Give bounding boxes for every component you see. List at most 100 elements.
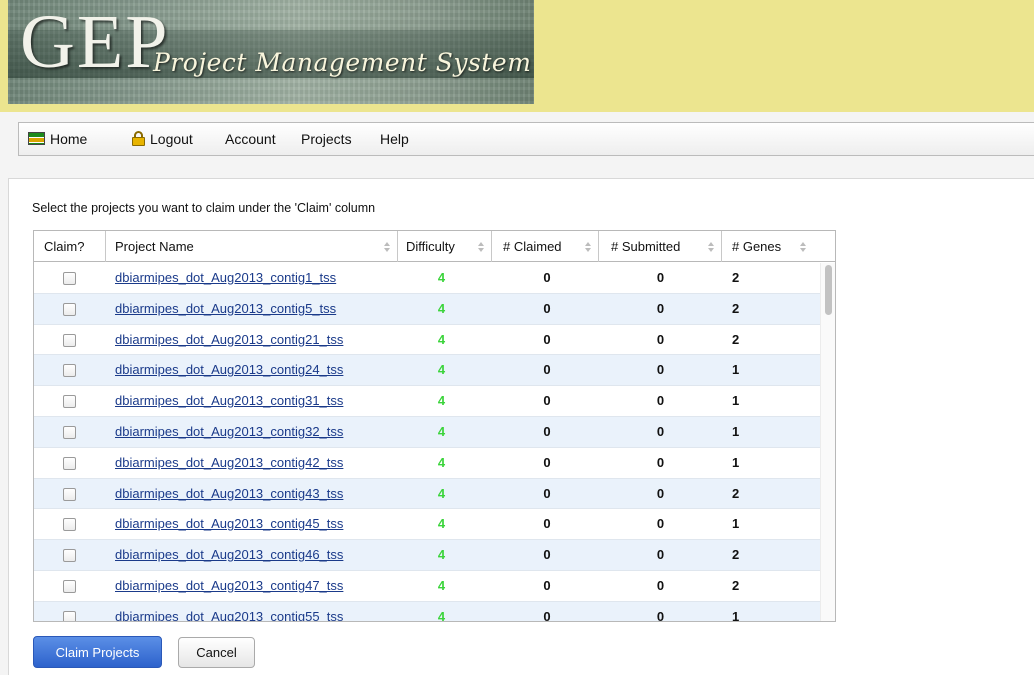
project-name-link[interactable]: dbiarmipes_dot_Aug2013_contig43_tss bbox=[115, 479, 343, 509]
claimed-count: 0 bbox=[543, 577, 551, 593]
difficulty-value: 4 bbox=[437, 547, 446, 563]
genes-count: 1 bbox=[732, 362, 740, 378]
nav-home[interactable]: Home bbox=[28, 123, 87, 155]
projects-table: Claim? Project Name Difficulty # Claimed… bbox=[33, 230, 836, 622]
table-row: dbiarmipes_dot_Aug2013_contig5_tss 4 0 0… bbox=[34, 293, 820, 325]
home-icon bbox=[28, 132, 45, 145]
difficulty-value: 4 bbox=[437, 454, 446, 470]
difficulty-value: 4 bbox=[437, 393, 446, 409]
col-project-name[interactable]: Project Name bbox=[106, 231, 398, 262]
project-name-link[interactable]: dbiarmipes_dot_Aug2013_contig24_tss bbox=[115, 355, 343, 385]
col-difficulty-label: Difficulty bbox=[406, 239, 455, 254]
project-name-link[interactable]: dbiarmipes_dot_Aug2013_contig1_tss bbox=[115, 263, 336, 293]
col-claimed[interactable]: # Claimed bbox=[492, 231, 599, 262]
genes-count: 2 bbox=[732, 577, 740, 593]
claim-checkbox[interactable] bbox=[63, 425, 76, 439]
submitted-count: 0 bbox=[656, 577, 665, 593]
main-nav-bar: Home Logout Account Projects Help bbox=[18, 122, 1034, 156]
project-name-link[interactable]: dbiarmipes_dot_Aug2013_contig32_tss bbox=[115, 417, 343, 447]
col-submitted[interactable]: # Submitted bbox=[599, 231, 722, 262]
claim-checkbox[interactable] bbox=[63, 395, 76, 409]
claimed-count: 0 bbox=[543, 270, 551, 285]
difficulty-value: 4 bbox=[437, 485, 446, 501]
table-row: dbiarmipes_dot_Aug2013_contig32_tss 4 0 … bbox=[34, 416, 820, 448]
genes-count: 2 bbox=[732, 547, 740, 563]
difficulty-value: 4 bbox=[437, 516, 446, 532]
project-name-link[interactable]: dbiarmipes_dot_Aug2013_contig31_tss bbox=[115, 386, 343, 416]
submitted-count: 0 bbox=[656, 454, 665, 470]
difficulty-value: 4 bbox=[437, 362, 446, 378]
claimed-count: 0 bbox=[543, 362, 551, 378]
claim-checkbox[interactable] bbox=[63, 456, 76, 470]
genes-count: 1 bbox=[732, 423, 740, 439]
claim-checkbox[interactable] bbox=[63, 610, 76, 621]
difficulty-value: 4 bbox=[437, 270, 446, 285]
project-name-link[interactable]: dbiarmipes_dot_Aug2013_contig55_tss bbox=[115, 602, 343, 621]
project-name-link[interactable]: dbiarmipes_dot_Aug2013_contig42_tss bbox=[115, 448, 343, 478]
claim-checkbox[interactable] bbox=[63, 549, 76, 563]
nav-projects-label: Projects bbox=[301, 131, 352, 147]
difficulty-value: 4 bbox=[437, 331, 446, 347]
genes-count: 1 bbox=[732, 608, 740, 622]
table-row: dbiarmipes_dot_Aug2013_contig43_tss 4 0 … bbox=[34, 478, 820, 510]
page-header: GEP Project Management System bbox=[0, 0, 1034, 112]
project-name-link[interactable]: dbiarmipes_dot_Aug2013_contig21_tss bbox=[115, 325, 343, 355]
claim-checkbox[interactable] bbox=[63, 302, 76, 316]
claimed-count: 0 bbox=[543, 393, 551, 409]
col-project-name-label: Project Name bbox=[115, 239, 194, 254]
claim-projects-button[interactable]: Claim Projects bbox=[33, 636, 162, 668]
table-header: Claim? Project Name Difficulty # Claimed… bbox=[34, 231, 835, 262]
col-difficulty[interactable]: Difficulty bbox=[398, 231, 492, 262]
claim-checkbox[interactable] bbox=[63, 518, 76, 532]
table-row: dbiarmipes_dot_Aug2013_contig55_tss 4 0 … bbox=[34, 601, 820, 622]
difficulty-value: 4 bbox=[437, 608, 446, 622]
submitted-count: 0 bbox=[656, 608, 665, 622]
genes-count: 2 bbox=[732, 270, 740, 285]
lock-icon bbox=[131, 131, 146, 146]
claim-checkbox[interactable] bbox=[63, 579, 76, 593]
submitted-count: 0 bbox=[656, 300, 665, 316]
scrollbar-thumb[interactable] bbox=[825, 265, 832, 315]
table-scrollbar[interactable] bbox=[820, 263, 835, 621]
genes-count: 1 bbox=[732, 516, 740, 532]
sort-icon bbox=[585, 242, 592, 252]
submitted-count: 0 bbox=[656, 362, 665, 378]
col-genes[interactable]: # Genes bbox=[722, 231, 835, 262]
gep-logo-banner: GEP Project Management System bbox=[8, 0, 534, 104]
col-claim-label: Claim? bbox=[44, 239, 85, 254]
table-row: dbiarmipes_dot_Aug2013_contig45_tss 4 0 … bbox=[34, 509, 820, 541]
nav-logout-label: Logout bbox=[150, 131, 193, 147]
genes-count: 2 bbox=[732, 485, 740, 501]
project-name-link[interactable]: dbiarmipes_dot_Aug2013_contig5_tss bbox=[115, 294, 336, 324]
claim-checkbox[interactable] bbox=[63, 333, 76, 347]
project-name-link[interactable]: dbiarmipes_dot_Aug2013_contig46_tss bbox=[115, 540, 343, 570]
submitted-count: 0 bbox=[656, 393, 665, 409]
nav-home-label: Home bbox=[50, 131, 88, 147]
claimed-count: 0 bbox=[543, 608, 551, 622]
nav-logout[interactable]: Logout bbox=[131, 123, 193, 155]
claimed-count: 0 bbox=[543, 423, 551, 439]
claim-checkbox[interactable] bbox=[63, 487, 76, 501]
project-name-link[interactable]: dbiarmipes_dot_Aug2013_contig47_tss bbox=[115, 571, 343, 601]
nav-help-label: Help bbox=[380, 131, 409, 147]
col-submitted-label: # Submitted bbox=[611, 239, 681, 254]
instructions-text: Select the projects you want to claim un… bbox=[32, 201, 376, 215]
submitted-count: 0 bbox=[656, 423, 665, 439]
sort-icon bbox=[478, 242, 485, 252]
cancel-button[interactable]: Cancel bbox=[178, 637, 255, 668]
nav-help[interactable]: Help bbox=[380, 123, 409, 155]
nav-projects[interactable]: Projects bbox=[301, 123, 352, 155]
claim-checkbox[interactable] bbox=[63, 272, 76, 285]
project-name-link[interactable]: dbiarmipes_dot_Aug2013_contig45_tss bbox=[115, 509, 343, 539]
difficulty-value: 4 bbox=[437, 423, 446, 439]
claim-checkbox[interactable] bbox=[63, 364, 76, 378]
logo-letters: GEP bbox=[20, 0, 170, 84]
difficulty-value: 4 bbox=[437, 300, 446, 316]
sort-icon bbox=[384, 242, 391, 252]
claimed-count: 0 bbox=[543, 454, 551, 470]
claimed-count: 0 bbox=[543, 300, 551, 316]
nav-account-label: Account bbox=[225, 131, 276, 147]
table-body: dbiarmipes_dot_Aug2013_contig1_tss 4 0 0… bbox=[34, 263, 820, 622]
col-claimed-label: # Claimed bbox=[503, 239, 562, 254]
nav-account[interactable]: Account bbox=[225, 123, 276, 155]
